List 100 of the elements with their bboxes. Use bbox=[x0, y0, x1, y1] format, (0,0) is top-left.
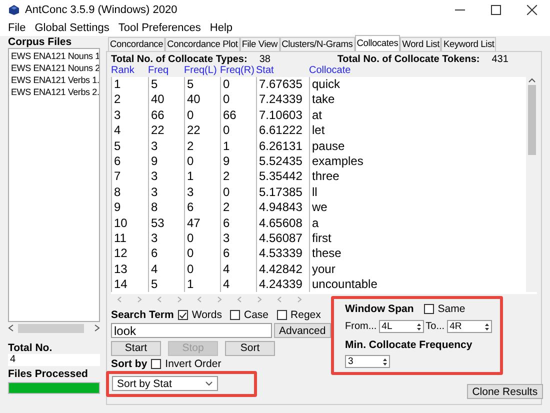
checkbox[interactable] bbox=[276, 310, 287, 320]
clone-results-button[interactable]: Clone Results bbox=[467, 384, 543, 399]
table-cell: 2 bbox=[111, 92, 148, 108]
sort-dropdown[interactable]: Sort by Stat bbox=[112, 376, 218, 391]
tab[interactable]: Concordance Plot bbox=[165, 37, 240, 51]
totals-label: Total No. of Collocate Tokens: bbox=[337, 54, 480, 64]
corpus-document-entry[interactable]: EWS ENA121 Verbs 2. bbox=[11, 86, 97, 98]
tab[interactable]: Clusters/N-Grams bbox=[280, 37, 355, 51]
spinner-arrows-icon[interactable] bbox=[484, 322, 490, 332]
action-button[interactable]: Sort bbox=[225, 340, 275, 356]
checkbox-label: Same bbox=[438, 303, 466, 315]
table-cell: 13 bbox=[111, 262, 148, 278]
table-cell: 3 bbox=[184, 184, 220, 200]
search-term-label: Search Term bbox=[111, 309, 174, 321]
search-field[interactable]: look bbox=[111, 323, 272, 338]
table-cell: 6 bbox=[111, 154, 148, 170]
column-header[interactable]: Stat bbox=[256, 65, 309, 76]
table-cell: 4 bbox=[220, 262, 256, 278]
column-header[interactable]: Freq(R) bbox=[220, 65, 256, 76]
table-cell: 9 bbox=[148, 154, 184, 170]
corpus-document-entry[interactable]: EWS ENA121 Verbs 1. bbox=[11, 74, 97, 86]
checkbox-label: Regex bbox=[290, 309, 321, 321]
panel-label: Corpus Files bbox=[8, 36, 73, 48]
table-cell: 2 bbox=[220, 200, 256, 216]
table-cell: 2 bbox=[220, 169, 256, 185]
table-cell: 3 bbox=[111, 108, 148, 124]
tab[interactable]: Concordance bbox=[108, 37, 166, 51]
table-cell: 22 bbox=[184, 123, 220, 139]
menu-item[interactable]: File bbox=[4, 22, 31, 34]
table-cell: 9 bbox=[111, 200, 148, 216]
checkbox[interactable] bbox=[178, 310, 188, 320]
table-cell: 3 bbox=[148, 138, 184, 154]
tab[interactable]: Collocates bbox=[354, 35, 400, 51]
table-cell: 7.10603 bbox=[256, 108, 309, 124]
min-frequency-label: Min. Collocate Frequency bbox=[345, 339, 474, 351]
from-label: From... bbox=[345, 321, 377, 332]
scroll-left-icon[interactable] bbox=[8, 324, 14, 332]
checkbox[interactable] bbox=[424, 304, 434, 314]
checkbox-label: Case bbox=[244, 309, 269, 321]
scrollbar-thumb[interactable] bbox=[528, 85, 536, 155]
column-header[interactable]: Freq bbox=[148, 65, 184, 76]
span-to-spinner[interactable]: 4R bbox=[446, 320, 492, 333]
table-cell: 3 bbox=[148, 184, 184, 200]
table-cell: 6 bbox=[184, 200, 220, 216]
table-cell: 7.24339 bbox=[256, 92, 309, 108]
total-files-value: 4 bbox=[8, 354, 100, 366]
min-frequency-spinner[interactable]: 3 bbox=[345, 355, 390, 368]
table-cell: 6.26131 bbox=[256, 138, 309, 154]
table-cell: 0 bbox=[220, 184, 256, 200]
table-cell: 4 bbox=[220, 277, 256, 292]
maximize-icon[interactable] bbox=[491, 5, 501, 15]
column-header[interactable]: Rank bbox=[111, 65, 148, 76]
table-cell: 4 bbox=[148, 262, 184, 278]
table-cell: 66 bbox=[148, 108, 184, 124]
span-from-spinner[interactable]: 4L bbox=[378, 320, 424, 333]
checkbox[interactable] bbox=[230, 310, 240, 320]
scroll-up-icon[interactable] bbox=[528, 77, 536, 83]
table-cell: 1 bbox=[111, 77, 148, 92]
column-header[interactable]: Freq(L) bbox=[184, 65, 220, 76]
table-cell: 4 bbox=[111, 123, 148, 139]
table-cell: 4.53339 bbox=[256, 246, 309, 262]
table-cell: 6.61222 bbox=[256, 123, 309, 139]
check-icon bbox=[178, 310, 187, 320]
checkbox[interactable] bbox=[151, 359, 162, 369]
menu-item[interactable]: Tool Preferences bbox=[114, 22, 206, 34]
table-cell: 1 bbox=[184, 169, 220, 185]
tab[interactable]: Keyword List bbox=[441, 37, 496, 51]
table-cell: 5 bbox=[148, 77, 184, 92]
table-cell: 5 bbox=[184, 77, 220, 92]
table-cell: 12 bbox=[111, 246, 148, 262]
totals-value: 431 bbox=[492, 54, 508, 64]
totals-label: Total No. of Collocate Types: bbox=[111, 54, 248, 64]
close-icon[interactable] bbox=[527, 5, 537, 15]
menu-item[interactable]: Global Settings bbox=[30, 22, 114, 34]
to-label: To... bbox=[426, 321, 445, 332]
tab[interactable]: Word List bbox=[400, 37, 442, 51]
scroll-right-icon[interactable] bbox=[94, 324, 100, 332]
table-cell: 0 bbox=[220, 92, 256, 108]
window-span-label: Window Span bbox=[345, 303, 414, 315]
checkbox-label: Invert Order bbox=[165, 358, 222, 370]
table-cell: 40 bbox=[184, 92, 220, 108]
app-logo-icon bbox=[8, 4, 20, 16]
table-cell: 2 bbox=[184, 138, 220, 154]
action-button[interactable]: Start bbox=[111, 340, 161, 356]
scrollbar-thumb[interactable] bbox=[18, 324, 84, 332]
spinner-arrows-icon[interactable] bbox=[416, 322, 422, 332]
table-cell: 40 bbox=[148, 92, 184, 108]
sort-by-label: Sort by bbox=[111, 358, 148, 370]
table-cell: 6 bbox=[220, 216, 256, 231]
table-cell: 0 bbox=[220, 77, 256, 92]
table-cell: 7 bbox=[111, 169, 148, 185]
table-cell: 66 bbox=[220, 108, 256, 124]
panel-label: Files Processed bbox=[8, 368, 89, 380]
advanced-button[interactable]: Advanced bbox=[274, 323, 331, 338]
spinner-arrows-icon[interactable] bbox=[382, 356, 388, 366]
menu-item[interactable]: Help bbox=[206, 22, 238, 34]
table-cell: 4.42842 bbox=[256, 262, 309, 278]
table-cell: 0 bbox=[220, 123, 256, 139]
tab[interactable]: File View bbox=[240, 37, 280, 51]
column-header[interactable]: Collocate bbox=[309, 65, 526, 76]
